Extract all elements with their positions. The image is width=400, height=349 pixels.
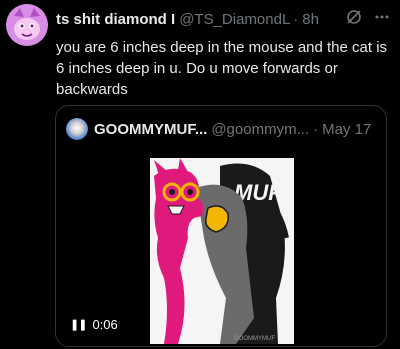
tweet-time[interactable]: 8h [302,11,319,28]
pause-icon[interactable]: ❚❚ [70,318,87,331]
grok-icon[interactable] [346,9,362,29]
user-handle[interactable]: @TS_DiamondL [179,11,290,28]
quote-header: GOOMMYMUF... @goommym... · May 17 [66,118,376,140]
more-icon[interactable] [374,9,390,29]
video-thumbnail: MUFF GOOMMYMUF [150,158,294,344]
quote-time[interactable]: May 17 [322,121,371,138]
quote-avatar[interactable] [66,118,88,140]
header-actions [346,9,390,29]
tweet-avatar[interactable] [6,4,48,46]
display-name[interactable]: ts shit diamond I [56,11,175,28]
watermark-text: GOOMMYMUF [234,336,275,342]
separator-dot: · [293,11,299,28]
quote-separator-dot: · [313,120,319,138]
video-timestamp-wrap: ❚❚ 0:06 [70,317,118,332]
tweet-text: you are 6 inches deep in the mouse and t… [56,39,388,98]
quote-handle[interactable]: @goommym... [211,121,309,138]
video-timestamp: 0:06 [92,317,118,332]
video-player[interactable]: MUFF GOOMMYMUF ❚❚ 0:06 [56,154,386,346]
pink-character-avatar-icon [6,4,48,46]
quote-display-name[interactable]: GOOMMYMUF... [94,121,207,138]
quoted-tweet[interactable]: GOOMMYMUF... @goommym... · May 17 MUFF G… [55,105,387,347]
tweet-header: ts shit diamond I @TS_DiamondL · 8h [56,9,390,29]
